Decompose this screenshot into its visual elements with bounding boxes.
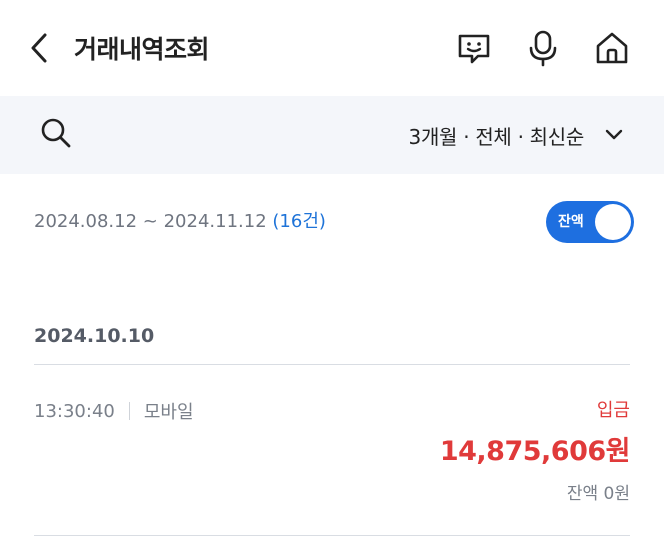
filter-dropdown[interactable]: 3개월 · 전체 · 최신순 (409, 115, 624, 155)
voice-button[interactable] (521, 28, 565, 72)
back-button[interactable] (28, 30, 58, 70)
divider (34, 364, 630, 365)
toggle-knob (595, 204, 631, 240)
transaction-type: 입금 (596, 400, 630, 421)
chat-button[interactable] (452, 28, 496, 72)
balance-toggle-label: 잔액 (558, 214, 584, 230)
date-range-row: 2024.08.12 ~ 2024.11.12 (16건) 잔액 (34, 200, 634, 244)
chat-smile-icon (454, 28, 494, 72)
filter-bar: 3개월 · 전체 · 최신순 (0, 96, 664, 174)
back-chevron-icon (28, 31, 50, 69)
date-range-text: 2024.08.12 ~ 2024.11.12 (34, 211, 267, 232)
transaction-meta: 13:30:40 모바일 (34, 396, 194, 426)
page-title: 거래내역조회 (74, 35, 210, 64)
meta-separator (128, 402, 130, 420)
transaction-count: (16건) (272, 211, 326, 232)
balance-toggle[interactable]: 잔액 (546, 201, 634, 243)
microphone-icon (523, 28, 563, 72)
date-range: 2024.08.12 ~ 2024.11.12 (16건) (34, 200, 326, 244)
search-icon (39, 116, 73, 154)
date-group-header: 2024.10.10 (34, 325, 155, 347)
divider (34, 535, 630, 536)
app-header: 거래내역조회 (0, 0, 664, 96)
transaction-time: 13:30:40 (34, 400, 115, 422)
chevron-down-icon (604, 128, 624, 142)
transaction-channel: 모바일 (143, 402, 194, 423)
filter-summary: 3개월 · 전체 · 최신순 (408, 124, 585, 149)
home-icon (592, 28, 632, 72)
search-button[interactable] (36, 115, 76, 155)
home-button[interactable] (590, 28, 634, 72)
transaction-amount[interactable]: 14,875,606원 (440, 434, 631, 470)
transaction-balance: 잔액 0원 (566, 484, 630, 504)
